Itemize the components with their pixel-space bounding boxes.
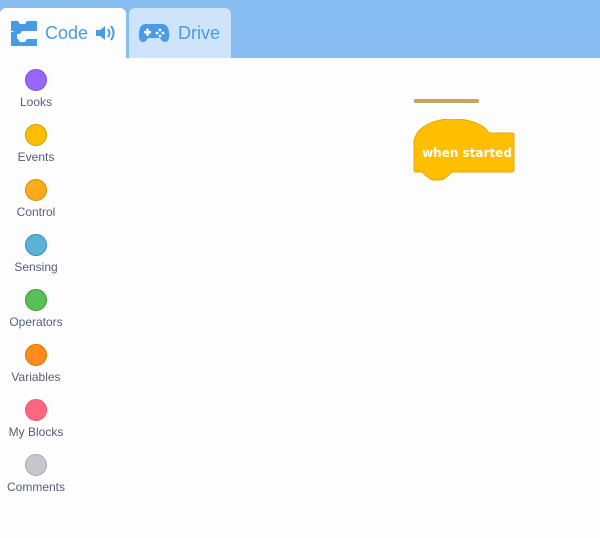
operators-color-dot <box>25 289 47 311</box>
gamepad-icon <box>138 21 170 45</box>
category-events-label: Events <box>17 150 55 164</box>
events-color-dot <box>25 124 47 146</box>
category-operators-label: Operators <box>9 315 63 329</box>
category-palette: Looks Events Control Sensing Operators V… <box>0 58 72 538</box>
category-control[interactable]: Control <box>0 179 72 231</box>
top-bar: Code Drive <box>0 0 600 58</box>
category-operators[interactable]: Operators <box>0 289 72 341</box>
variables-color-dot <box>25 344 47 366</box>
speaker-icon[interactable] <box>94 23 116 43</box>
category-variables[interactable]: Variables <box>0 344 72 396</box>
code-blocks-icon <box>9 18 39 48</box>
category-my-blocks-label: My Blocks <box>8 425 64 439</box>
sensing-color-dot <box>25 234 47 256</box>
my-blocks-color-dot <box>25 399 47 421</box>
category-comments[interactable]: Comments <box>0 454 72 506</box>
tab-code[interactable]: Code <box>0 8 126 58</box>
category-my-blocks[interactable]: My Blocks <box>0 399 72 451</box>
code-workspace[interactable] <box>72 58 600 538</box>
category-sensing-label: Sensing <box>14 260 58 274</box>
category-looks-label: Looks <box>19 95 53 109</box>
category-looks[interactable]: Looks <box>0 69 72 121</box>
when-started-label: when started <box>422 146 512 160</box>
tab-drive-label: Drive <box>178 22 221 43</box>
category-events[interactable]: Events <box>0 124 72 176</box>
tab-drive[interactable]: Drive <box>129 8 231 58</box>
tab-code-label: Code <box>45 22 89 43</box>
category-control-label: Control <box>16 205 56 219</box>
control-color-dot <box>25 179 47 201</box>
comments-color-dot <box>25 454 47 476</box>
looks-color-dot <box>25 69 47 91</box>
block-drop-indicator <box>414 99 479 103</box>
category-sensing[interactable]: Sensing <box>0 234 72 286</box>
category-variables-label: Variables <box>11 370 61 384</box>
category-comments-label: Comments <box>6 480 65 494</box>
